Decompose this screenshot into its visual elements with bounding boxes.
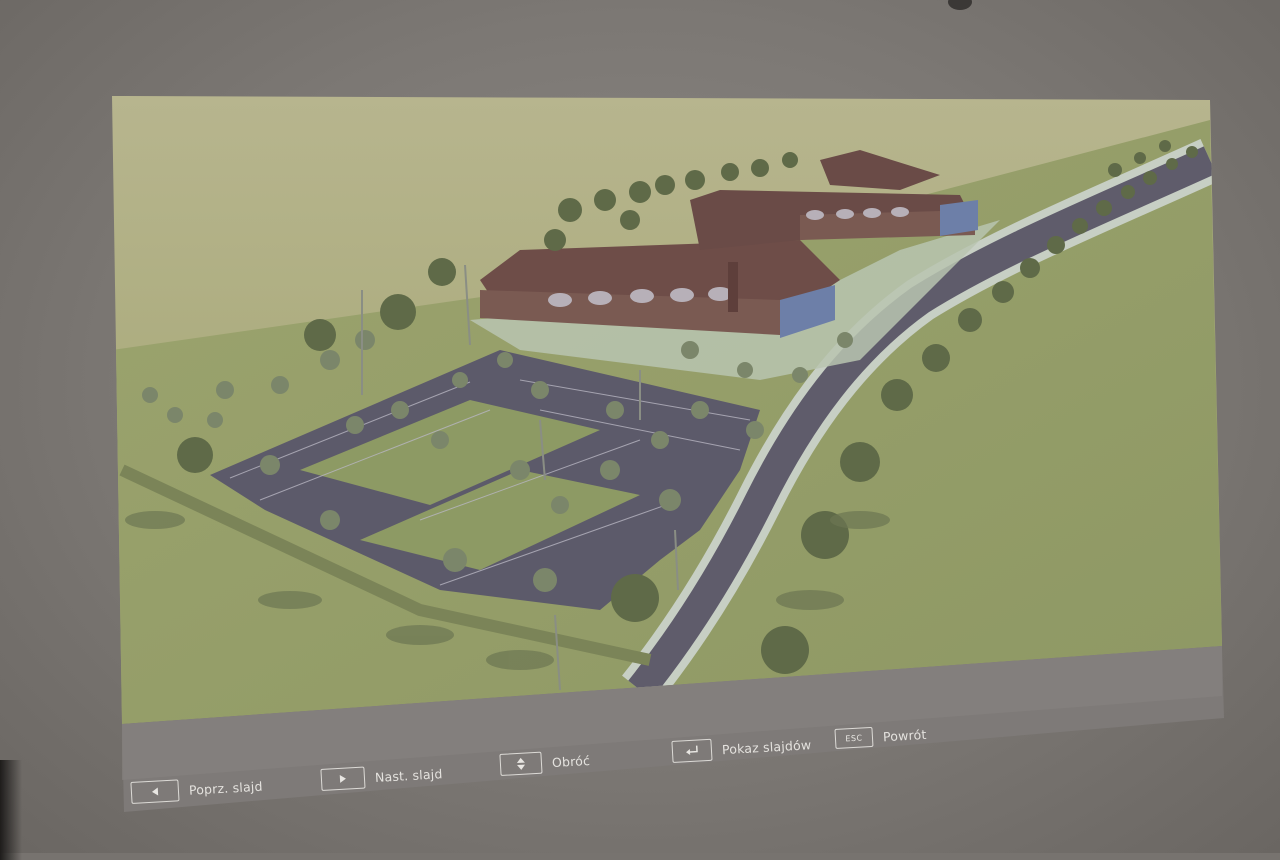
prev-slide-label: Poprz. slajd <box>188 778 263 798</box>
esc-key-icon: ESC <box>834 726 874 749</box>
enter-icon <box>671 738 713 763</box>
arrow-right-icon <box>320 766 366 791</box>
back-label: Powrót <box>882 726 927 744</box>
rotate-label: Obróć <box>551 752 591 770</box>
arrow-left-icon <box>130 779 180 804</box>
slideshow-label: Pokaz slajdów <box>721 736 812 757</box>
projected-render <box>112 96 1224 812</box>
up-down-icon <box>499 751 543 776</box>
next-slide-label: Nast. slajd <box>374 765 443 785</box>
